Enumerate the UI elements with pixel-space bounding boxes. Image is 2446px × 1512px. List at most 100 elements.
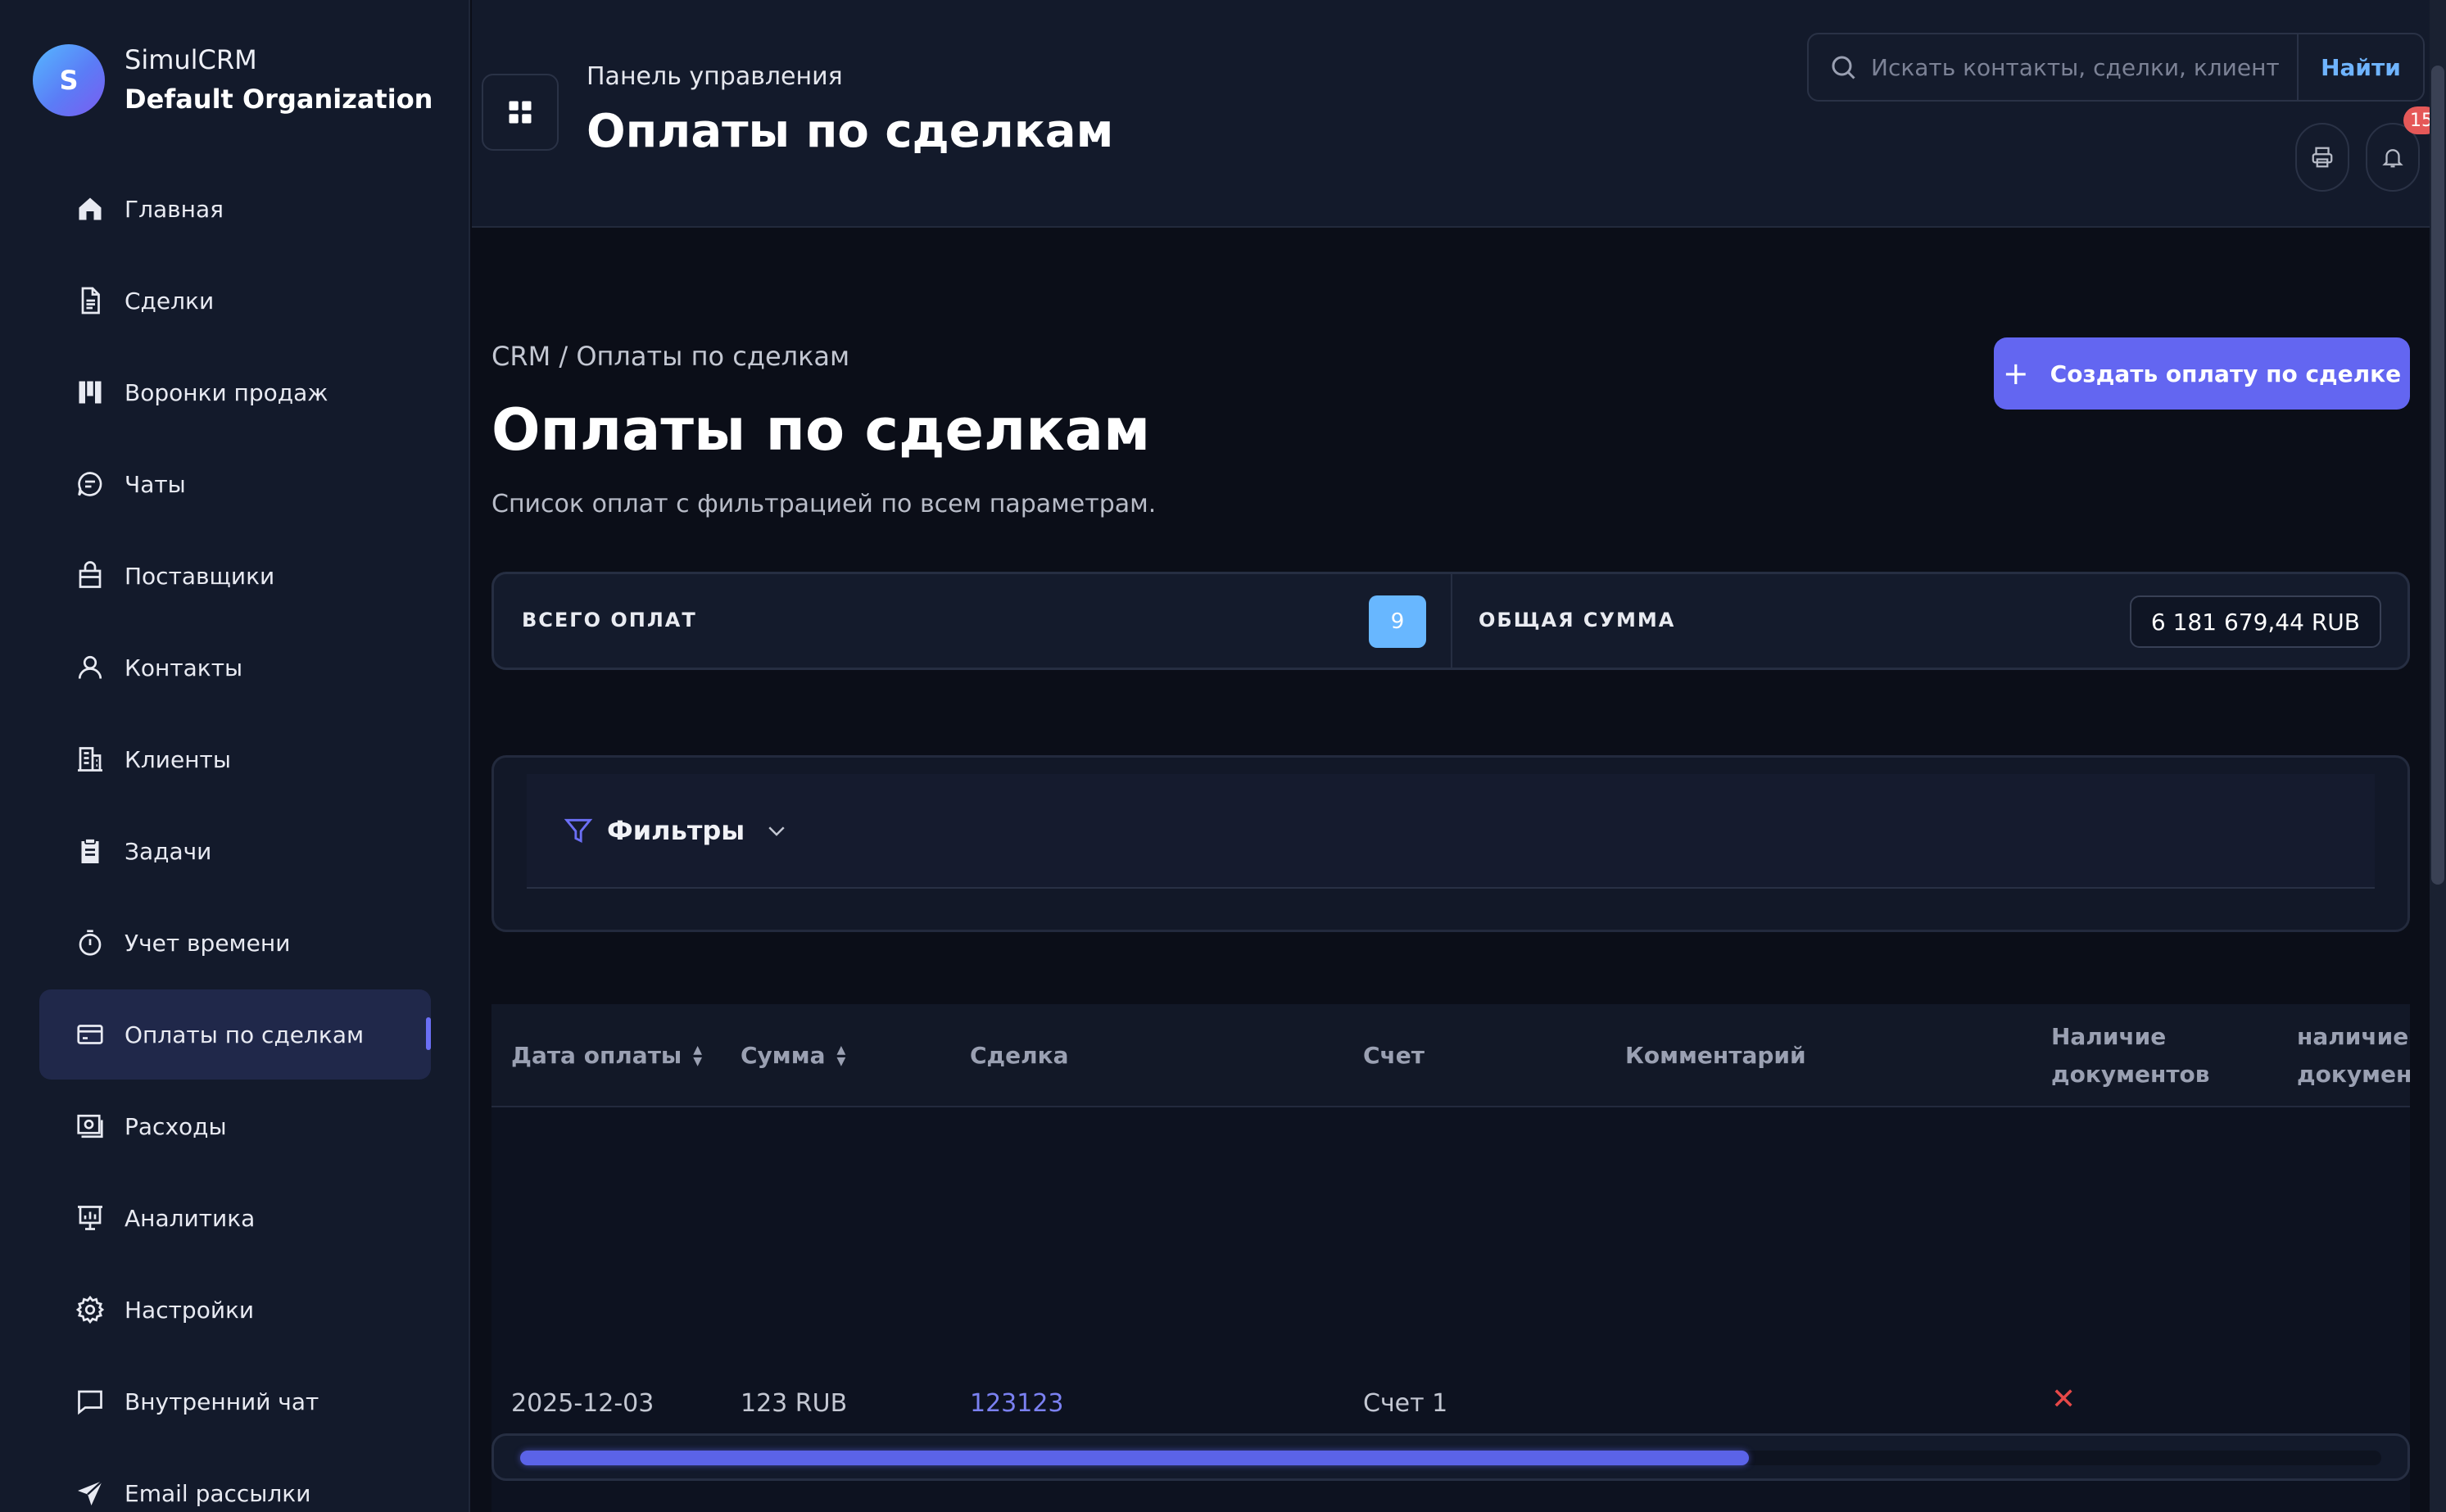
printer-icon: [2312, 147, 2333, 168]
stopwatch-icon: [75, 928, 105, 957]
column-label: Сумма: [741, 1042, 826, 1069]
total-payments-badge: 9: [1369, 595, 1426, 648]
organization-name: Default Organization: [125, 84, 433, 115]
stats-divider: [1451, 574, 1452, 668]
message-square-icon: [75, 1387, 105, 1416]
sort-icon: ▲ ▼: [836, 1043, 846, 1068]
cell-payment-date: 2025-12-03: [511, 1389, 655, 1418]
total-sum-label: ОБЩАЯ СУММА: [1479, 609, 1676, 632]
org-avatar[interactable]: S: [33, 44, 105, 116]
sidebar-item-label: Поставщики: [125, 562, 275, 590]
sidebar-item-settings[interactable]: Настройки: [39, 1265, 431, 1355]
column-header-invoice: Счет: [1363, 1042, 1425, 1069]
sort-icon: ▲ ▼: [693, 1043, 703, 1068]
global-search: [1807, 33, 2299, 102]
page-description: Список оплат с фильтрацией по всем парам…: [491, 490, 1157, 518]
sidebar-item-label: Клиенты: [125, 745, 231, 773]
sidebar-item-tasks[interactable]: Задачи: [39, 806, 431, 896]
presentation-chart-icon: [75, 1203, 105, 1233]
building-icon: [75, 745, 105, 774]
search-icon: [1832, 56, 1855, 79]
document-icon: [75, 286, 105, 315]
sidebar: S SimulCRM Default Organization Главная …: [0, 0, 470, 1512]
home-icon: [75, 194, 105, 224]
sidebar-item-label: Задачи: [125, 837, 212, 865]
sidebar-item-label: Чаты: [125, 470, 186, 498]
organization-switcher[interactable]: S SimulCRM Default Organization: [33, 41, 433, 120]
sidebar-item-clients[interactable]: Клиенты: [39, 714, 431, 804]
search-input[interactable]: [1871, 43, 2281, 92]
shopping-bag-icon: [75, 561, 105, 591]
sidebar-item-chats[interactable]: Чаты: [39, 439, 431, 529]
table-header: Дата оплаты ▲ ▼ Сумма ▲ ▼ Сделка Счет Комм…: [491, 1004, 2410, 1107]
credit-card-icon: [75, 1020, 105, 1049]
chat-icon: [75, 469, 105, 499]
cell-invoice: Счет 1: [1363, 1389, 1448, 1418]
no-documents-icon: ✕: [2051, 1383, 2077, 1416]
sidebar-item-deal-payments[interactable]: Оплаты по сделкам: [39, 989, 431, 1080]
sidebar-item-label: Email рассылки: [125, 1479, 311, 1507]
column-header-comment: Комментарий: [1625, 1042, 1806, 1069]
create-payment-button[interactable]: + Создать оплату по сделке: [1994, 337, 2410, 410]
sidebar-item-home[interactable]: Главная: [39, 164, 431, 254]
sidebar-item-expenses[interactable]: Расходы: [39, 1081, 431, 1171]
payments-table: Дата оплаты ▲ ▼ Сумма ▲ ▼ Сделка Счет Комм…: [491, 1004, 2410, 1512]
total-payments-label: ВСЕГО ОПЛАТ: [522, 609, 697, 632]
horizontal-scrollbar[interactable]: [491, 1433, 2410, 1481]
sidebar-item-analytics[interactable]: Аналитика: [39, 1173, 431, 1263]
column-header-documents: Наличие документов: [2051, 1023, 2210, 1088]
top-header: Панель управления Оплаты по сделкам Найт…: [472, 0, 2439, 228]
sidebar-item-time-tracking[interactable]: Учет времени: [39, 898, 431, 988]
bell-icon: [2382, 149, 2403, 168]
plus-icon: +: [2002, 355, 2029, 392]
create-payment-label: Создать оплату по сделке: [2050, 360, 2402, 387]
user-icon: [75, 653, 105, 682]
clipboard-icon: [75, 836, 105, 866]
sidebar-item-label: Расходы: [125, 1112, 227, 1140]
send-icon: [75, 1478, 105, 1508]
column-header-amount[interactable]: Сумма ▲ ▼: [741, 1004, 845, 1107]
sidebar-item-label: Воронки продаж: [125, 378, 328, 406]
header-subtitle: Панель управления: [587, 62, 843, 91]
sidebar-item-label: Сделки: [125, 287, 215, 315]
chevron-down-icon: [768, 826, 785, 836]
dashboard-button[interactable]: [482, 74, 559, 151]
sidebar-item-internal-chat[interactable]: Внутренний чат: [39, 1356, 431, 1446]
page-title: Оплаты по сделкам: [491, 396, 1151, 464]
app-name: SimulCRM: [125, 44, 257, 75]
print-button[interactable]: [2295, 123, 2349, 192]
page-scroll-thumb[interactable]: [2431, 66, 2444, 885]
funnel-board-icon: [75, 378, 105, 407]
filters-label: Фильтры: [607, 815, 745, 846]
filters-panel: Фильтры: [491, 755, 2410, 932]
grid-icon: [509, 101, 532, 124]
column-header-payment-date[interactable]: Дата оплаты ▲ ▼: [511, 1004, 702, 1107]
filter-icon: [564, 818, 593, 843]
sidebar-item-contacts[interactable]: Контакты: [39, 622, 431, 713]
sidebar-item-suppliers[interactable]: Поставщики: [39, 531, 431, 621]
search-button[interactable]: Найти: [2297, 33, 2425, 102]
total-sum-value: 6 181 679,44 RUB: [2129, 595, 2381, 648]
sidebar-item-email-campaigns[interactable]: Email рассылки: [39, 1448, 431, 1512]
filters-toggle[interactable]: Фильтры: [527, 774, 2375, 889]
scroll-thumb[interactable]: [520, 1451, 1749, 1465]
header-title: Оплаты по сделкам: [587, 105, 1114, 158]
column-header-documents-2: наличие документ: [2297, 1023, 2410, 1088]
sidebar-item-label: Настройки: [125, 1296, 255, 1324]
gear-icon: [75, 1295, 105, 1324]
sidebar-item-label: Контакты: [125, 654, 243, 681]
cell-amount: 123 RUB: [741, 1389, 848, 1418]
sidebar-item-deals[interactable]: Сделки: [39, 256, 431, 346]
sidebar-nav: Главная Сделки Воронки продаж Чаты Поста…: [39, 164, 431, 1512]
sidebar-item-sales-funnels[interactable]: Воронки продаж: [39, 347, 431, 437]
breadcrumb: CRM / Оплаты по сделкам: [491, 341, 850, 372]
sidebar-item-label: Оплаты по сделкам: [125, 1021, 365, 1048]
cash-icon: [75, 1111, 105, 1141]
column-label: Дата оплаты: [511, 1042, 682, 1069]
sidebar-item-label: Учет времени: [125, 929, 291, 957]
sidebar-item-label: Главная: [125, 195, 224, 223]
sidebar-item-label: Аналитика: [125, 1204, 256, 1232]
sidebar-item-label: Внутренний чат: [125, 1388, 319, 1415]
column-header-deal: Сделка: [970, 1042, 1069, 1069]
deal-link[interactable]: 123123: [970, 1389, 1064, 1418]
